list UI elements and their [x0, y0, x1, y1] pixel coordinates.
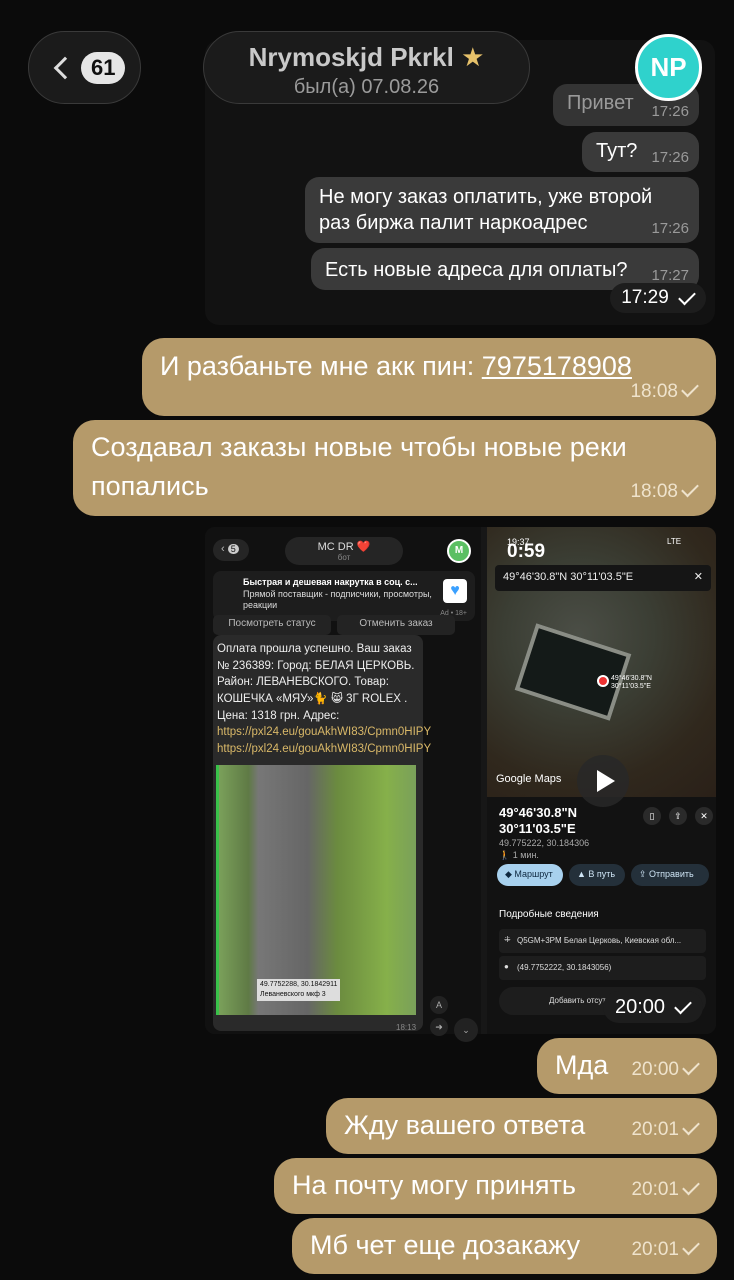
coords-row: ● (49.7752222, 30.1843056) [499, 956, 706, 980]
media-album[interactable]: ‹ 5 MC DR ❤️ бот M Быстрая и дешевая нак… [205, 527, 716, 1034]
outgoing-message[interactable]: Мда 20:00 [537, 1038, 717, 1094]
chevron-down-icon[interactable]: ⌄ [454, 1018, 478, 1042]
chevron-left-icon [53, 56, 77, 79]
google-maps-logo: Google Maps [496, 773, 562, 785]
old-message: Не могу заказ оплатить, уже второй раз б… [305, 177, 699, 243]
translate-icon[interactable]: A [430, 996, 448, 1014]
send-button: ⇪ Отправить [631, 864, 709, 886]
go-button: ▲ В путь [569, 864, 625, 886]
bookmark-icon: ▯ [643, 807, 661, 825]
play-icon[interactable] [577, 755, 629, 807]
message-time: 20:00 [631, 1058, 679, 1080]
read-check-icon [681, 379, 699, 398]
status-button: Посмотреть статус [213, 615, 331, 635]
plus-code-icon: ⁜ [504, 935, 511, 944]
mini-chat-title: MC DR ❤️ бот [285, 537, 403, 565]
read-check-icon [681, 479, 699, 498]
message-text: Мда [555, 1050, 609, 1080]
close-icon: ✕ [695, 807, 713, 825]
read-check-icon [682, 1177, 700, 1196]
forwarded-chat-time: 17:29 [610, 283, 706, 313]
old-message-time: 17:26 [651, 103, 689, 121]
cancel-order-button: Отменить заказ [337, 615, 455, 635]
outgoing-message[interactable]: Создавал заказы новые чтобы новые реки п… [73, 420, 716, 516]
message-text: Жду вашего ответа [344, 1110, 586, 1140]
star-icon: ★ [461, 42, 485, 72]
coordinates-title: 49°46'30.8"N 30°11'03.5"E [499, 805, 578, 837]
message-time: 20:01 [631, 1118, 679, 1140]
last-seen: был(а) 07.08.26 [293, 76, 440, 98]
old-message-time: 17:26 [651, 149, 689, 167]
payment-message: Оплата прошла успешно. Ваш заказ № 23638… [213, 635, 431, 1031]
lte-indicator: LTE [667, 537, 682, 546]
outgoing-message[interactable]: Мб чет еще дозакажу 20:01 [292, 1218, 717, 1274]
contact-name: Nrymoskjd Pkrkl [248, 42, 454, 72]
message-text: На почту могу принять [292, 1170, 576, 1200]
read-check-icon [682, 1057, 700, 1076]
location-icon: ● [504, 962, 509, 971]
message-time: 20:01 [631, 1238, 679, 1260]
mini-message-time: 18:13 [396, 1023, 417, 1032]
back-button[interactable]: 61 [28, 31, 141, 104]
message-time: 20:01 [631, 1178, 679, 1200]
avatar[interactable]: NP [635, 34, 702, 101]
mini-avatar: M [447, 539, 471, 563]
share-icon: ⇪ [669, 807, 687, 825]
read-check-icon [677, 287, 696, 305]
message-time: 18:08 [630, 380, 678, 402]
read-check-icon [682, 1237, 700, 1256]
message-time: 18:08 [630, 480, 678, 502]
route-button: ◆ Маршрут [497, 864, 563, 886]
ad-banner: Быстрая и дешевая накрутка в соц. с... П… [213, 571, 475, 621]
message-text: И разбаньте мне акк пин: [160, 351, 482, 381]
read-check-icon [674, 996, 692, 1014]
plus-code-row: ⁜ Q5GM+3PM Белая Церковь, Киевская обл..… [499, 929, 706, 953]
outgoing-message[interactable]: И разбаньте мне акк пин: 7975178908 18:0… [142, 338, 716, 416]
coordinates-decimal: 49.775222, 30.184306 🚶 1 мин. [499, 838, 590, 861]
message-text: Мб чет еще дозакажу [310, 1230, 581, 1260]
media-time: 20:00 [603, 991, 703, 1023]
mini-back-button: ‹ 5 [213, 539, 249, 561]
bot-chat-screenshot[interactable]: ‹ 5 MC DR ❤️ бот M Быстрая и дешевая нак… [205, 527, 481, 1034]
close-icon: ✕ [693, 571, 703, 583]
outgoing-message[interactable]: Жду вашего ответа 20:01 [326, 1098, 717, 1154]
chat-title[interactable]: Nrymoskjd Pkrkl ★ был(а) 07.08.26 [203, 31, 530, 104]
stash-photo: 49.7752288, 30.1842911 Леваневского мкф … [216, 765, 416, 1015]
map-pin-icon [597, 675, 609, 687]
walk-icon: 🚶 [499, 850, 511, 861]
outgoing-message[interactable]: На почту могу принять 20:01 [274, 1158, 717, 1214]
map-video[interactable]: 49°46'30.8"N 30°11'03.5"E Google Maps 19… [487, 527, 716, 1034]
video-duration: 0:59 [507, 541, 546, 562]
heart-icon: ♥ [443, 579, 467, 603]
forward-icon[interactable]: ➜ [430, 1018, 448, 1036]
old-message-time: 17:26 [651, 220, 689, 238]
message-text: Создавал заказы новые чтобы новые реки п… [91, 432, 627, 502]
map-search-bar: 49°46'30.8"N 30°11'03.5"E ✕ [495, 565, 711, 591]
unread-count-badge: 61 [81, 51, 126, 84]
pin-link[interactable]: 7975178908 [482, 351, 632, 381]
old-message: Тут? 17:26 [582, 132, 699, 172]
read-check-icon [682, 1117, 700, 1136]
details-heading: Подробные сведения [499, 909, 599, 920]
